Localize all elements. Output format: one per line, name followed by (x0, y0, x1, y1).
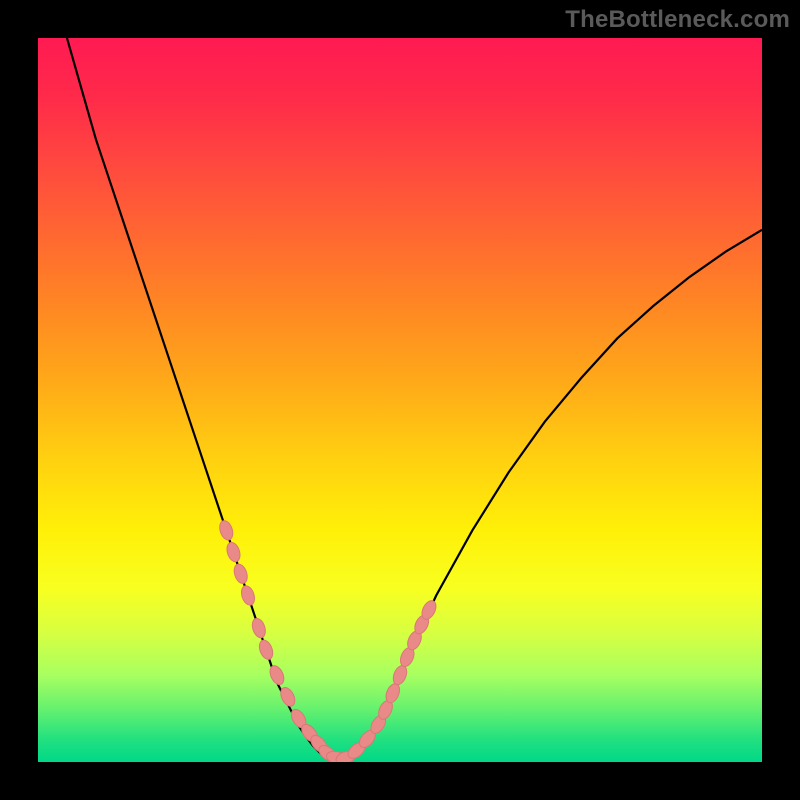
bead-marker (239, 584, 257, 607)
bead-marker (267, 664, 286, 687)
bead-marker (225, 541, 243, 564)
bottleneck-curve (67, 38, 762, 761)
watermark-text: TheBottleneck.com (565, 6, 790, 34)
plot-area (38, 38, 762, 762)
bead-marker (232, 562, 250, 585)
bead-marker (217, 519, 235, 542)
chart-frame: TheBottleneck.com (0, 0, 800, 800)
bead-marker (250, 617, 268, 640)
bead-marker (257, 638, 275, 661)
bead-marker (391, 664, 410, 687)
bead-markers (217, 519, 438, 762)
chart-svg (38, 38, 762, 762)
